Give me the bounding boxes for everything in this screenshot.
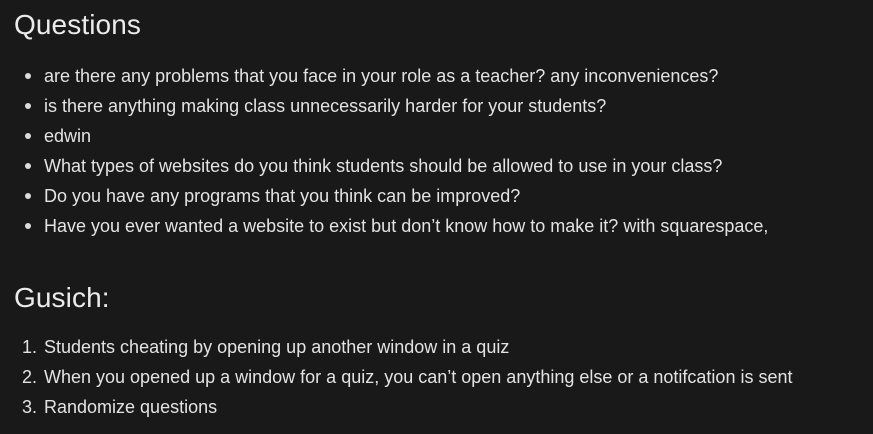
list-item: is there anything making class unnecessa… <box>14 91 873 121</box>
list-item: What types of websites do you think stud… <box>14 151 873 181</box>
list-item: 1. Students cheating by opening up anoth… <box>14 332 873 362</box>
list-item-text: edwin <box>44 126 92 146</box>
questions-heading: Questions <box>14 9 141 40</box>
list-item-text: are there any problems that you face in … <box>44 66 719 86</box>
list-item: 3. Randomize questions <box>14 392 873 422</box>
list-item: edwin <box>14 121 873 151</box>
bullet-icon <box>25 73 31 79</box>
list-item: Have you ever wanted a website to exist … <box>14 211 873 241</box>
list-item-text: Randomize questions <box>44 397 218 417</box>
document-page: Questions are there any problems that yo… <box>0 0 873 434</box>
list-item-text: When you opened up a window for a quiz, … <box>44 367 793 387</box>
list-item-text: Do you have any programs that you think … <box>44 186 521 206</box>
list-item-text: What types of websites do you think stud… <box>44 156 723 176</box>
list-number: 1. <box>22 337 38 357</box>
list-item-text: Students cheating by opening up another … <box>44 337 510 357</box>
list-item: 2. When you opened up a window for a qui… <box>14 362 873 392</box>
list-number: 2. <box>22 367 38 387</box>
gusich-list: 1. Students cheating by opening up anoth… <box>14 332 873 422</box>
bullet-icon <box>25 103 31 109</box>
list-item-text: Have you ever wanted a website to exist … <box>44 216 769 236</box>
bullet-icon <box>25 223 31 229</box>
list-item-text: is there anything making class unnecessa… <box>44 96 607 116</box>
gusich-heading: Gusich: <box>14 282 110 313</box>
list-number: 3. <box>22 397 38 417</box>
list-item: Do you have any programs that you think … <box>14 181 873 211</box>
questions-list: are there any problems that you face in … <box>14 61 873 241</box>
bullet-icon <box>25 133 31 139</box>
list-item: are there any problems that you face in … <box>14 61 873 91</box>
bullet-icon <box>25 193 31 199</box>
bullet-icon <box>25 163 31 169</box>
